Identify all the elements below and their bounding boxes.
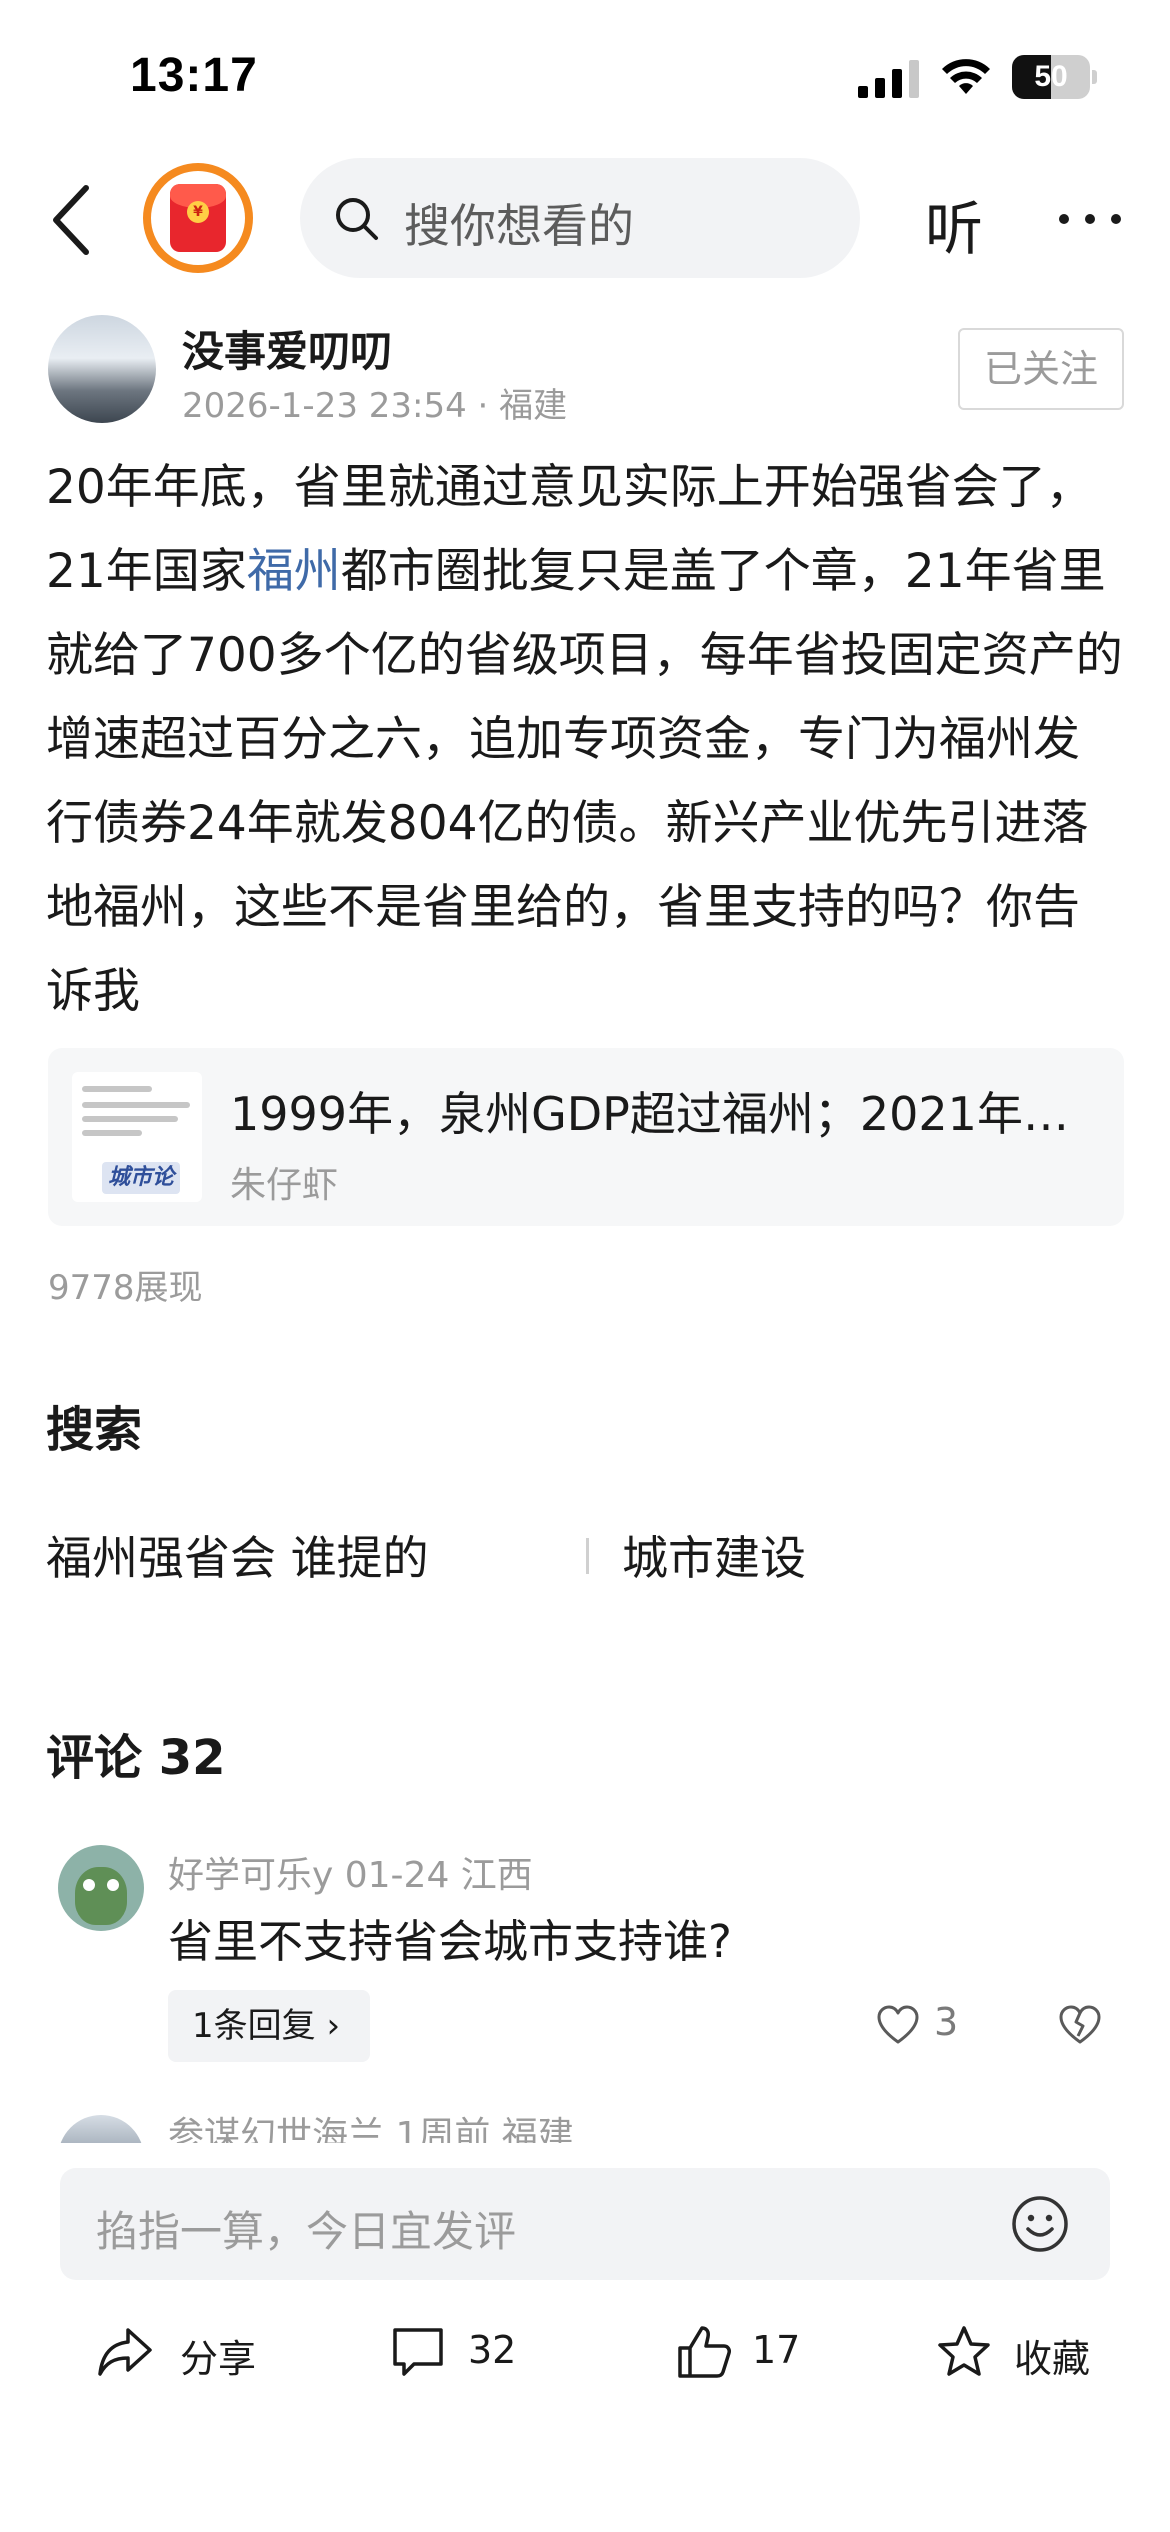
commenter-avatar[interactable] <box>58 2115 144 2143</box>
comment-meta: 好学可乐y 01-24 江西 <box>168 1855 533 1896</box>
quoted-article-card[interactable]: 城市论 1999年，泉州GDP超过福州；2021年，福州重夺全省第一。 朱仔虾 <box>48 1048 1124 1226</box>
red-packet-icon: ¥ <box>170 184 226 252</box>
search-suggestion[interactable]: 福州强省会 谁提的 <box>46 1522 429 1588</box>
follow-button[interactable]: 已关注 <box>958 328 1124 410</box>
cellular-signal-icon <box>858 60 919 98</box>
thumbnail-badge: 城市论 <box>102 1162 180 1194</box>
post-body: 20年年底，省里就通过意见实际上开始强省会了，21年国家福州都市圈批复只是盖了个… <box>46 446 1126 1034</box>
search-suggestion[interactable]: 城市建设 <box>622 1522 806 1588</box>
view-replies-button[interactable]: 1条回复 › <box>168 1990 370 2062</box>
broken-heart-icon[interactable] <box>1058 2004 1102 2046</box>
listen-button[interactable]: 听 <box>925 182 983 266</box>
author-avatar[interactable] <box>48 315 156 423</box>
more-icon[interactable] <box>1055 200 1125 240</box>
favorite-label: 收藏 <box>1014 2337 1091 2381</box>
share-icon <box>98 2328 152 2376</box>
comment-like-count: 3 <box>934 2000 959 2044</box>
comment-button[interactable]: 32 <box>390 2318 550 2388</box>
search-icon <box>336 198 378 240</box>
search-placeholder: 搜你想看的 <box>404 199 634 253</box>
article-thumbnail: 城市论 <box>72 1072 202 1202</box>
comment-icon <box>393 2328 443 2376</box>
comment-text: 省里不支持省会城市支持谁? <box>168 1915 732 1968</box>
share-label: 分享 <box>180 2337 257 2381</box>
favorite-button[interactable]: 收藏 <box>936 2318 1136 2388</box>
red-packet-button[interactable]: ¥ <box>143 163 253 273</box>
quoted-article-author: 朱仔虾 <box>230 1165 339 1206</box>
back-button[interactable] <box>44 180 100 260</box>
author-name[interactable]: 没事爱叨叨 <box>182 318 392 379</box>
emoji-icon[interactable] <box>1010 2194 1070 2254</box>
thumbs-up-icon <box>678 2326 731 2378</box>
like-count: 17 <box>752 2328 801 2372</box>
wifi-icon <box>942 59 990 94</box>
battery-level: 50 <box>1034 60 1068 93</box>
status-time: 13:17 <box>130 49 258 102</box>
divider <box>586 1538 589 1574</box>
star-icon <box>938 2326 990 2376</box>
share-button[interactable]: 分享 <box>96 2318 276 2388</box>
like-button[interactable]: 17 <box>676 2318 816 2388</box>
topic-link[interactable]: 福州 <box>247 544 341 599</box>
chevron-right-icon: › <box>315 2006 341 2046</box>
comment-input[interactable]: 掐指一算，今日宜发评 <box>60 2168 1110 2280</box>
quoted-article-title: 1999年，泉州GDP超过福州；2021年，福州重夺全省第一。 <box>230 1087 1090 1141</box>
comment-meta: 参谋幻世海兰 1周前 福建 <box>168 2115 574 2143</box>
search-section-heading: 搜索 <box>46 1402 143 1458</box>
view-count: 9778展现 <box>48 1268 203 1308</box>
search-input[interactable]: 搜你想看的 <box>300 158 860 278</box>
replies-label: 1条回复 <box>192 2006 316 2046</box>
battery-indicator: 50 <box>1012 55 1097 99</box>
post-timestamp-location: 2026-1-23 23:54 · 福建 <box>182 386 568 426</box>
commenter-avatar[interactable] <box>58 1845 144 1931</box>
comment-placeholder: 掐指一算，今日宜发评 <box>96 2207 517 2256</box>
comments-heading: 评论 32 <box>46 1730 226 1786</box>
comment-count: 32 <box>468 2328 517 2372</box>
post-text-part2: 都市圈批复只是盖了个章，21年省里就给了700多个亿的省级项目，每年省投固定资产… <box>46 544 1123 1019</box>
status-bar: 13:17 50 <box>0 0 1170 150</box>
heart-icon[interactable] <box>876 2004 920 2046</box>
